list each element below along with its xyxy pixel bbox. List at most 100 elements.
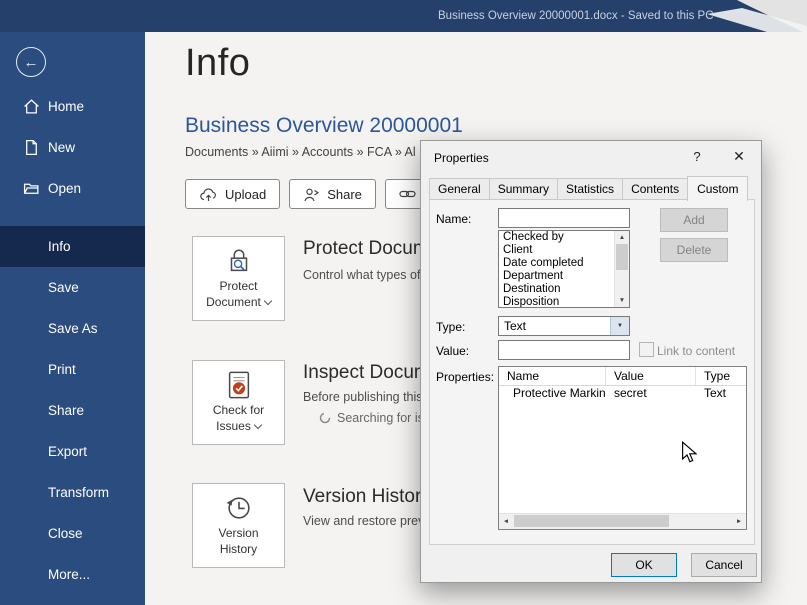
sidebar-item-label: Home: [48, 99, 84, 114]
cell-property-type: Text: [696, 385, 746, 401]
delete-button[interactable]: Delete: [660, 238, 728, 262]
chevron-down-icon: [254, 420, 262, 428]
chevron-down-icon: [264, 296, 272, 304]
document-check-icon: [224, 370, 254, 400]
scroll-down-arrow-icon[interactable]: ▼: [615, 294, 629, 307]
property-name-listbox: Checked by Client Date completed Departm…: [498, 230, 630, 308]
protect-document-button[interactable]: Protect Document: [192, 236, 285, 321]
list-item[interactable]: Checked by: [499, 231, 615, 244]
sidebar-item-export[interactable]: Export: [0, 431, 145, 472]
properties-dialog: Properties ? ✕ General Summary Statistic…: [420, 140, 762, 583]
properties-table: Name Value Type Protective Marking secre…: [498, 366, 747, 530]
sidebar-item-save[interactable]: Save: [0, 267, 145, 308]
sidebar-item-label: Close: [48, 526, 83, 541]
tab-statistics[interactable]: Statistics: [557, 178, 623, 200]
sidebar-item-label: Open: [48, 181, 81, 196]
sidebar-item-label: New: [48, 140, 75, 155]
tab-general[interactable]: General: [429, 178, 490, 200]
sidebar-item-info[interactable]: Info: [0, 226, 145, 267]
sidebar-item-label: Save: [48, 280, 79, 295]
column-header-value[interactable]: Value: [606, 367, 696, 385]
list-item[interactable]: Client: [499, 244, 615, 257]
link-icon: [399, 188, 416, 200]
share-person-icon: [303, 187, 319, 202]
back-button[interactable]: ←: [16, 47, 46, 77]
scrollbar-thumb[interactable]: [616, 244, 628, 270]
sidebar-item-new[interactable]: New: [0, 127, 145, 168]
sidebar-item-label: Print: [48, 362, 76, 377]
column-header-type[interactable]: Type: [696, 367, 746, 385]
dropdown-arrow-icon[interactable]: ▼: [610, 317, 629, 335]
share-button[interactable]: Share: [289, 179, 376, 209]
upload-button[interactable]: Upload: [185, 179, 280, 209]
protect-document-label: Protect Document: [206, 279, 271, 310]
sidebar-item-share[interactable]: Share: [0, 390, 145, 431]
open-folder-icon: [23, 180, 40, 197]
title-bar: Business Overview 20000001.docx - Saved …: [0, 0, 807, 32]
scroll-up-arrow-icon[interactable]: ▲: [615, 231, 629, 244]
sidebar-item-transform[interactable]: Transform: [0, 472, 145, 513]
table-row[interactable]: Protective Marking secret Text: [499, 385, 746, 401]
sidebar-item-open[interactable]: Open: [0, 168, 145, 209]
type-field-label: Type:: [436, 320, 465, 334]
type-dropdown[interactable]: Text ▼: [498, 316, 630, 336]
version-history-button[interactable]: Version History: [192, 483, 285, 568]
tab-contents[interactable]: Contents: [622, 178, 688, 200]
label-line-2: Issues: [216, 419, 251, 433]
breadcrumb[interactable]: Documents » Aiimi » Accounts » FCA » Al: [185, 145, 416, 159]
check-for-issues-label: Check for Issues: [213, 403, 264, 434]
document-title[interactable]: Business Overview 20000001: [185, 114, 463, 138]
link-to-content-checkbox[interactable]: [639, 342, 654, 357]
page-title: Info: [185, 42, 250, 85]
label-line-2: History: [220, 542, 257, 556]
listbox-items: Checked by Client Date completed Departm…: [499, 231, 615, 307]
help-icon: ?: [693, 149, 700, 164]
sidebar-item-more[interactable]: More...: [0, 554, 145, 595]
sidebar-item-label: Transform: [48, 485, 109, 500]
table-horizontal-scrollbar[interactable]: ◄ ►: [499, 513, 746, 529]
list-item[interactable]: Department: [499, 270, 615, 283]
cancel-button[interactable]: Cancel: [691, 553, 757, 577]
sidebar-item-home[interactable]: Home: [0, 86, 145, 127]
share-button-label: Share: [327, 187, 362, 202]
label-line-1: Version: [218, 526, 258, 540]
ok-button[interactable]: OK: [611, 553, 677, 577]
column-header-name[interactable]: Name: [499, 367, 606, 385]
name-input[interactable]: [498, 208, 630, 228]
cell-property-value: secret: [606, 385, 696, 401]
sidebar-item-label: Info: [48, 239, 71, 254]
scrollbar-thumb[interactable]: [514, 515, 669, 527]
check-for-issues-button[interactable]: Check for Issues: [192, 360, 285, 445]
properties-table-header: Name Value Type: [499, 367, 746, 386]
lock-magnifier-icon: [224, 246, 254, 276]
type-dropdown-value: Text: [504, 319, 526, 333]
version-history-label: Version History: [218, 526, 258, 557]
home-icon: [23, 98, 40, 115]
dialog-tab-strip: General Summary Statistics Contents Cust…: [429, 178, 747, 200]
value-input[interactable]: [498, 340, 630, 360]
listbox-vertical-scrollbar[interactable]: ▲ ▼: [614, 231, 629, 307]
scroll-right-arrow-icon[interactable]: ►: [732, 514, 746, 528]
label-line-1: Protect: [219, 279, 257, 293]
sidebar-item-print[interactable]: Print: [0, 349, 145, 390]
tab-custom[interactable]: Custom: [687, 176, 748, 201]
list-item[interactable]: Destination: [499, 283, 615, 296]
close-icon: ✕: [733, 148, 745, 165]
add-button[interactable]: Add: [660, 208, 728, 232]
sidebar-item-close[interactable]: Close: [0, 513, 145, 554]
link-to-content-label: Link to content: [657, 344, 735, 358]
new-document-icon: [23, 139, 40, 156]
dialog-help-button[interactable]: ?: [678, 141, 716, 172]
sidebar-item-label: Export: [48, 444, 87, 459]
dialog-title: Properties: [434, 151, 489, 165]
history-clock-icon: [224, 493, 254, 523]
properties-field-label: Properties:: [436, 370, 494, 384]
scroll-left-arrow-icon[interactable]: ◄: [499, 514, 513, 528]
cell-property-name: Protective Marking: [499, 385, 606, 401]
back-arrow-icon: ←: [24, 54, 39, 71]
list-item[interactable]: Disposition: [499, 296, 615, 307]
list-item[interactable]: Date completed: [499, 257, 615, 270]
sidebar-item-save-as[interactable]: Save As: [0, 308, 145, 349]
tab-summary[interactable]: Summary: [489, 178, 558, 200]
dialog-close-button[interactable]: ✕: [720, 141, 758, 172]
